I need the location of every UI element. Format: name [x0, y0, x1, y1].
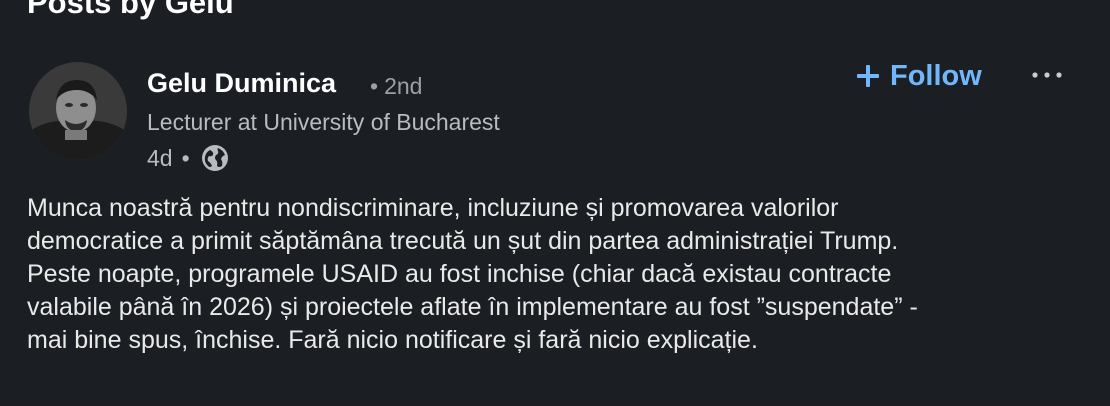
follow-button[interactable]: Follow [856, 58, 982, 94]
globe-icon [201, 144, 229, 172]
avatar[interactable] [29, 62, 127, 160]
more-options-button[interactable] [1028, 60, 1066, 90]
separator-dot: • [181, 144, 190, 171]
post-meta: 4d • [147, 143, 229, 173]
author-headline: Lecturer at University of Bucharest [147, 109, 500, 135]
post-text: Munca noastră pentru nondiscriminare, in… [27, 194, 918, 354]
separator-dot: • [370, 73, 379, 99]
post-time: 4d [147, 144, 173, 171]
section-title: Posts by Gelu [27, 0, 234, 20]
ellipsis-icon [1032, 72, 1062, 78]
author-photo [29, 62, 127, 160]
connection-degree: • 2nd [370, 72, 422, 100]
follow-label: Follow [890, 59, 982, 92]
plus-icon [856, 64, 880, 88]
degree-label: 2nd [384, 73, 423, 99]
author-name[interactable]: Gelu Duminica [147, 66, 336, 100]
